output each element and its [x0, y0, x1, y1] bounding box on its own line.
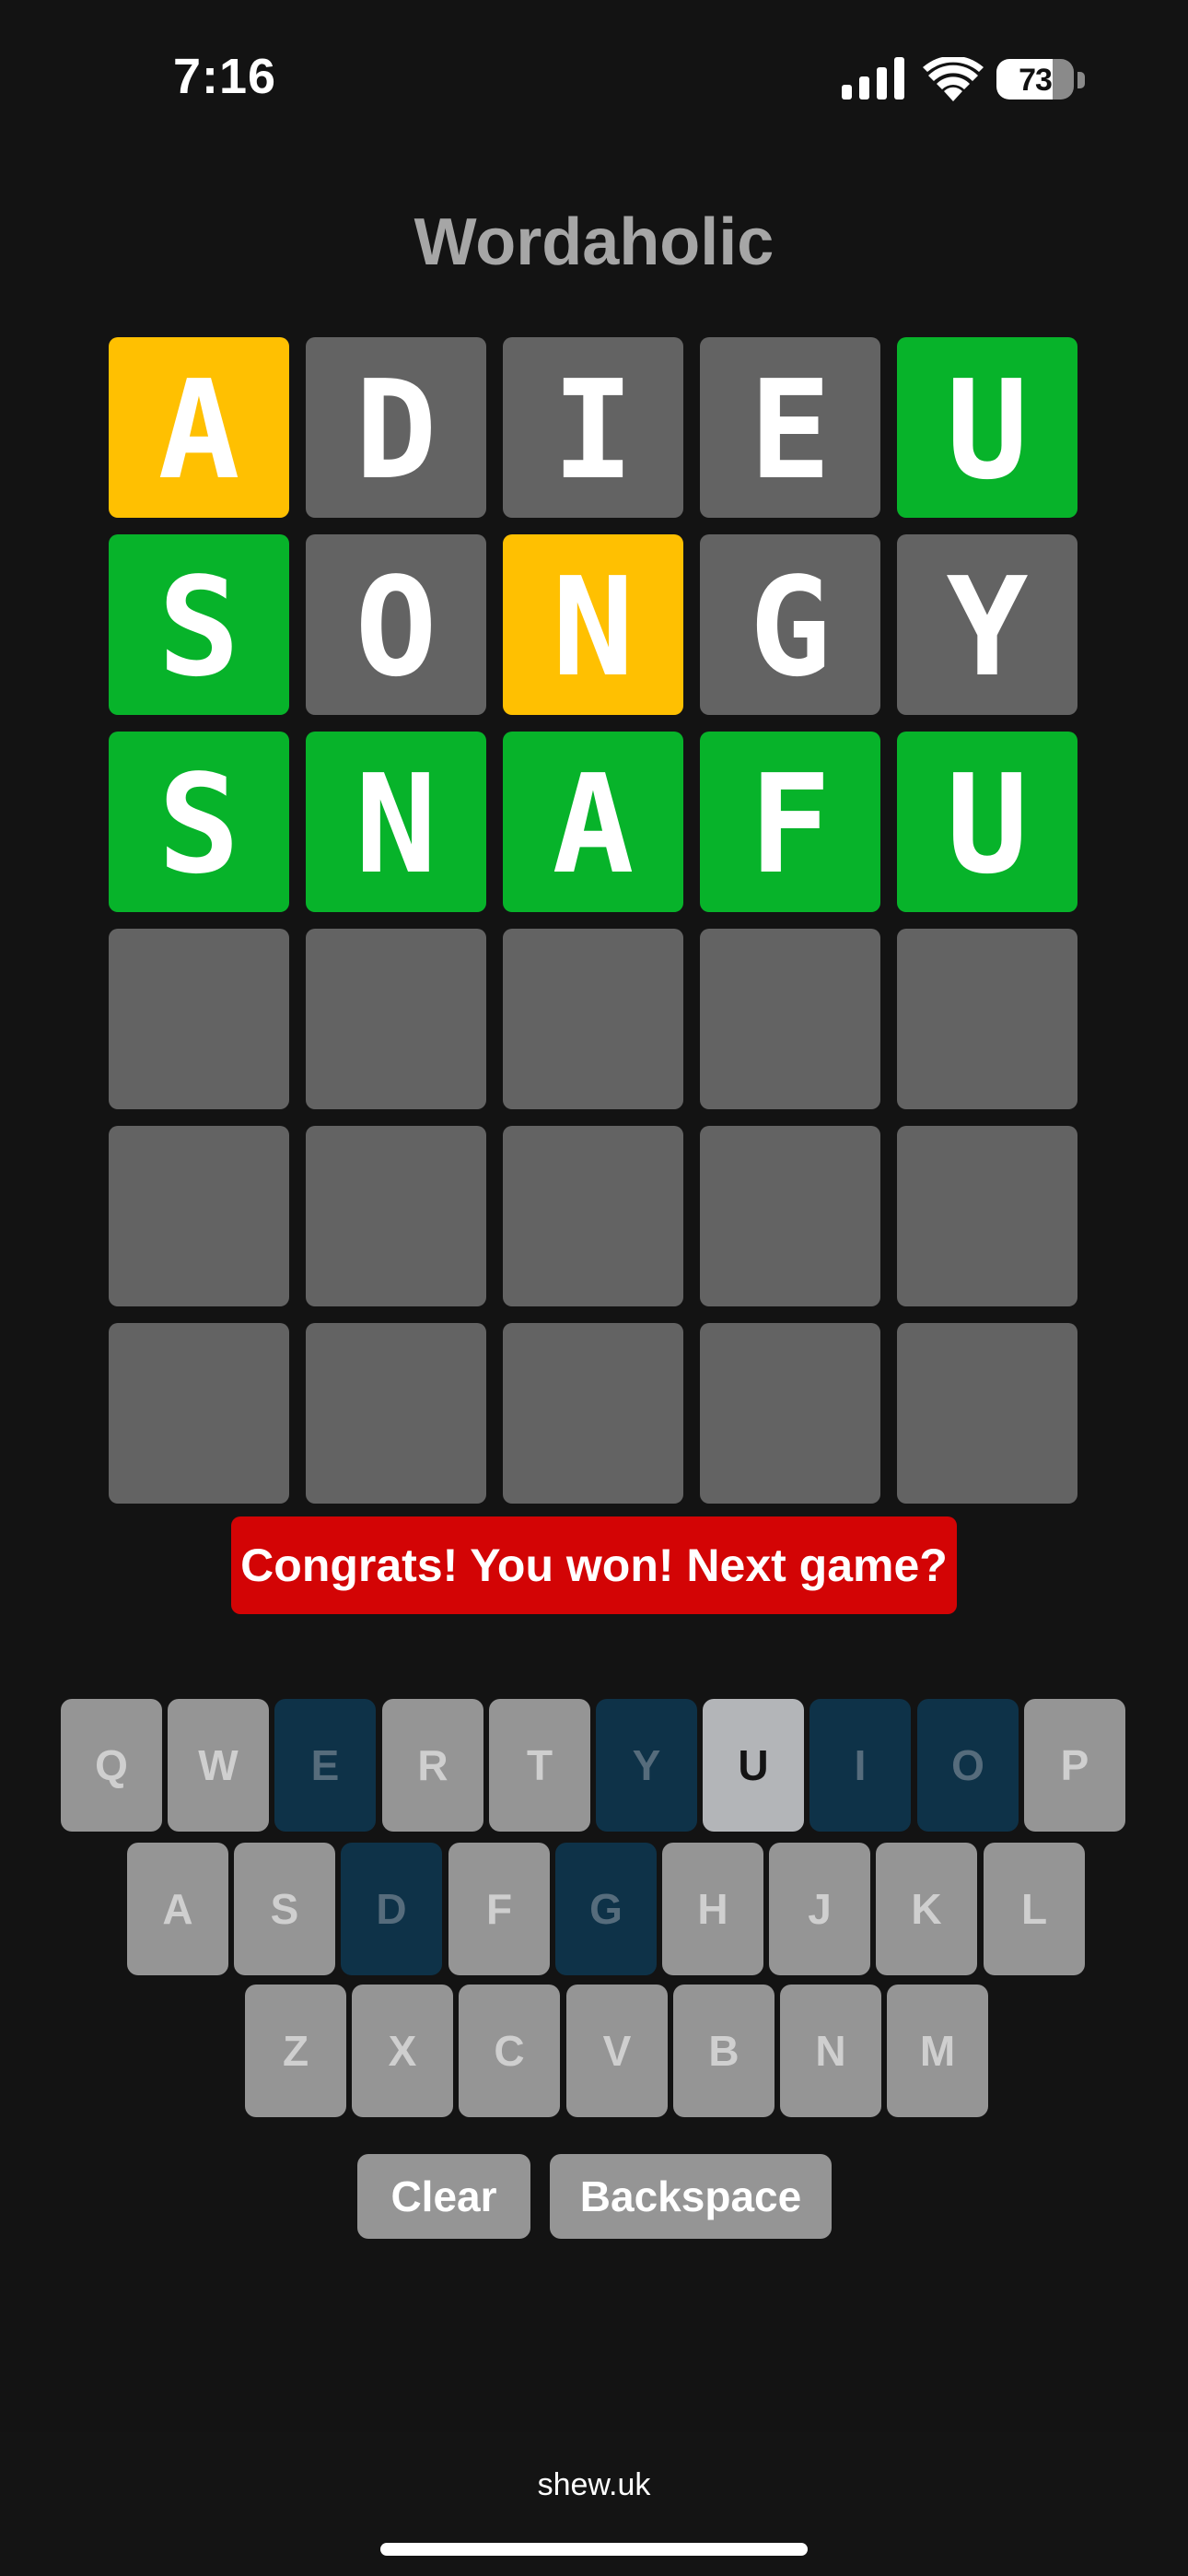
clear-button[interactable]: Clear — [357, 2154, 530, 2239]
tile-r6-c5 — [897, 1323, 1077, 1504]
status-icons: 73 — [838, 57, 1087, 103]
key-y[interactable]: Y — [596, 1699, 697, 1832]
key-f[interactable]: F — [448, 1843, 550, 1975]
tile-r1-c3: I — [503, 337, 683, 518]
key-m[interactable]: M — [887, 1985, 988, 2117]
key-n[interactable]: N — [780, 1985, 881, 2117]
key-k[interactable]: K — [876, 1843, 977, 1975]
tile-r3-c2: N — [306, 732, 486, 912]
tile-r5-c1 — [109, 1126, 289, 1306]
key-d[interactable]: D — [341, 1843, 442, 1975]
key-e[interactable]: E — [274, 1699, 376, 1832]
key-p[interactable]: P — [1024, 1699, 1125, 1832]
key-o[interactable]: O — [917, 1699, 1019, 1832]
key-t[interactable]: T — [489, 1699, 590, 1832]
tile-r4-c3 — [503, 929, 683, 1109]
key-v[interactable]: V — [566, 1985, 668, 2117]
key-r[interactable]: R — [382, 1699, 483, 1832]
tile-r4-c1 — [109, 929, 289, 1109]
tile-r1-c2: D — [306, 337, 486, 518]
tile-r6-c2 — [306, 1323, 486, 1504]
tile-r1-c4: E — [700, 337, 880, 518]
tile-r5-c2 — [306, 1126, 486, 1306]
tile-r4-c4 — [700, 929, 880, 1109]
battery-nub — [1077, 72, 1085, 88]
url-label[interactable]: shew.uk — [0, 2467, 1188, 2503]
cellular-signal-icon — [842, 57, 904, 100]
key-s[interactable]: S — [234, 1843, 335, 1975]
key-u[interactable]: U — [703, 1699, 804, 1832]
wifi-icon — [923, 57, 984, 101]
battery-percentage: 73 — [1019, 63, 1053, 98]
key-j[interactable]: J — [769, 1843, 870, 1975]
tile-r2-c1: S — [109, 534, 289, 715]
app-title: Wordaholic — [413, 205, 775, 279]
tile-r1-c5: U — [897, 337, 1077, 518]
tile-r3-c4: F — [700, 732, 880, 912]
tile-r2-c3: N — [503, 534, 683, 715]
tile-r2-c5: Y — [897, 534, 1077, 715]
tile-r5-c3 — [503, 1126, 683, 1306]
tile-r1-c1: A — [109, 337, 289, 518]
key-g[interactable]: G — [555, 1843, 657, 1975]
key-i[interactable]: I — [809, 1699, 911, 1832]
tile-r4-c5 — [897, 929, 1077, 1109]
tile-r6-c4 — [700, 1323, 880, 1504]
key-h[interactable]: H — [662, 1843, 763, 1975]
tile-r6-c1 — [109, 1323, 289, 1504]
tile-r3-c5: U — [897, 732, 1077, 912]
tile-r5-c5 — [897, 1126, 1077, 1306]
tile-r3-c1: S — [109, 732, 289, 912]
key-c[interactable]: C — [459, 1985, 560, 2117]
tile-r2-c4: G — [700, 534, 880, 715]
key-a[interactable]: A — [127, 1843, 228, 1975]
tile-r5-c4 — [700, 1126, 880, 1306]
key-l[interactable]: L — [984, 1843, 1085, 1975]
battery-icon: 73 — [996, 59, 1074, 100]
key-z[interactable]: Z — [245, 1985, 346, 2117]
backspace-button[interactable]: Backspace — [550, 2154, 832, 2239]
tile-r2-c2: O — [306, 534, 486, 715]
home-indicator — [380, 2543, 808, 2556]
tile-r3-c3: A — [503, 732, 683, 912]
game-board: ADIEUSONGYSNAFU — [109, 337, 1077, 1504]
key-q[interactable]: Q — [61, 1699, 162, 1832]
key-w[interactable]: W — [168, 1699, 269, 1832]
key-b[interactable]: B — [673, 1985, 775, 2117]
next-game-button[interactable]: Congrats! You won! Next game? — [231, 1516, 957, 1614]
status-time: 7:16 — [173, 49, 277, 104]
tile-r6-c3 — [503, 1323, 683, 1504]
key-x[interactable]: X — [352, 1985, 453, 2117]
tile-r4-c2 — [306, 929, 486, 1109]
